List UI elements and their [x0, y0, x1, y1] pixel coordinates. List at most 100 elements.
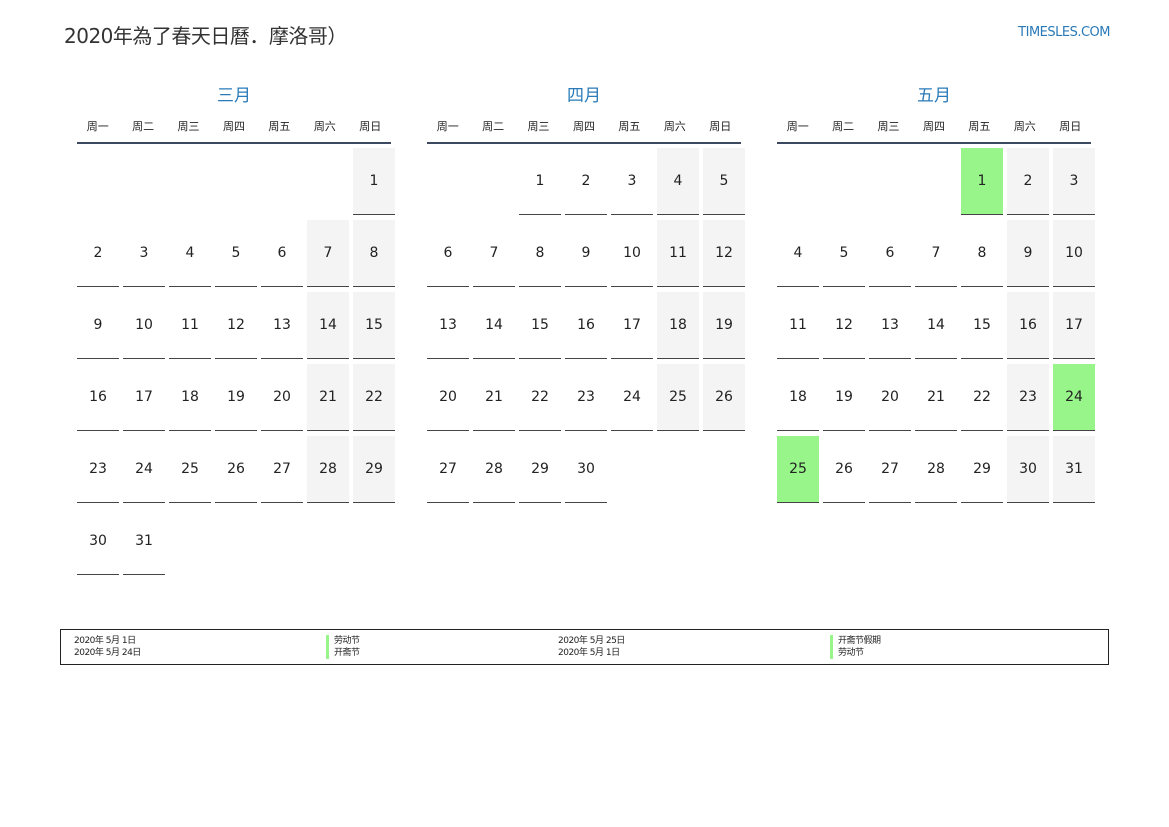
holiday-day-cell[interactable]: 24 — [1053, 364, 1095, 431]
day-cell[interactable]: 5 — [703, 148, 745, 215]
day-cell[interactable]: 10 — [1053, 220, 1095, 287]
day-cell[interactable]: 11 — [777, 292, 819, 359]
day-cell[interactable]: 8 — [353, 220, 395, 287]
day-cell[interactable]: 13 — [427, 292, 469, 359]
weekday-label: 周二 — [132, 120, 155, 133]
day-cell[interactable]: 19 — [823, 364, 865, 431]
day-cell[interactable]: 24 — [123, 436, 165, 503]
empty-day-cell — [169, 148, 211, 215]
day-cell[interactable]: 9 — [77, 292, 119, 359]
day-cell[interactable]: 30 — [1007, 436, 1049, 503]
day-cell[interactable]: 7 — [473, 220, 515, 287]
day-cell[interactable]: 21 — [915, 364, 957, 431]
site-link[interactable]: TIMESLES.COM — [1018, 25, 1110, 40]
day-cell[interactable]: 13 — [869, 292, 911, 359]
holiday-day-cell[interactable]: 1 — [961, 148, 1003, 215]
day-cell[interactable]: 3 — [1053, 148, 1095, 215]
day-cell[interactable]: 2 — [565, 148, 607, 215]
day-cell[interactable]: 3 — [611, 148, 653, 215]
day-cell[interactable]: 17 — [611, 292, 653, 359]
day-cell[interactable]: 4 — [657, 148, 699, 215]
day-cell[interactable]: 25 — [657, 364, 699, 431]
day-cell[interactable]: 5 — [215, 220, 257, 287]
day-cell[interactable]: 27 — [869, 436, 911, 503]
day-grid: 1 2 3 4 5 6 7 8 9 10 11 12 13 14 15 16 17 18 19 20 21 22 23 24 2… — [427, 148, 745, 503]
day-cell[interactable]: 16 — [77, 364, 119, 431]
day-cell[interactable]: 14 — [473, 292, 515, 359]
weekday-label: 周三 — [177, 120, 200, 133]
day-cell[interactable]: 26 — [703, 364, 745, 431]
day-cell[interactable]: 12 — [703, 220, 745, 287]
day-cell[interactable]: 15 — [353, 292, 395, 359]
day-cell[interactable]: 25 — [169, 436, 211, 503]
day-cell[interactable]: 27 — [261, 436, 303, 503]
day-cell[interactable]: 5 — [823, 220, 865, 287]
day-cell[interactable]: 31 — [1053, 436, 1095, 503]
day-cell[interactable]: 10 — [611, 220, 653, 287]
day-cell[interactable]: 10 — [123, 292, 165, 359]
day-cell[interactable]: 26 — [823, 436, 865, 503]
day-cell[interactable]: 19 — [703, 292, 745, 359]
day-cell[interactable]: 9 — [1007, 220, 1049, 287]
day-cell[interactable]: 16 — [565, 292, 607, 359]
day-cell[interactable]: 18 — [657, 292, 699, 359]
day-cell[interactable]: 6 — [261, 220, 303, 287]
day-cell[interactable]: 7 — [915, 220, 957, 287]
day-cell[interactable]: 18 — [169, 364, 211, 431]
day-cell[interactable]: 26 — [215, 436, 257, 503]
day-cell[interactable]: 4 — [169, 220, 211, 287]
day-cell[interactable]: 15 — [961, 292, 1003, 359]
day-cell[interactable]: 21 — [307, 364, 349, 431]
day-cell[interactable]: 7 — [307, 220, 349, 287]
day-cell[interactable]: 29 — [961, 436, 1003, 503]
day-cell[interactable]: 14 — [307, 292, 349, 359]
day-cell[interactable]: 2 — [77, 220, 119, 287]
day-cell[interactable]: 8 — [961, 220, 1003, 287]
day-cell[interactable]: 16 — [1007, 292, 1049, 359]
day-cell[interactable]: 30 — [77, 508, 119, 575]
day-cell[interactable]: 31 — [123, 508, 165, 575]
day-cell[interactable]: 9 — [565, 220, 607, 287]
day-cell[interactable]: 20 — [261, 364, 303, 431]
day-cell[interactable]: 20 — [427, 364, 469, 431]
day-cell[interactable]: 15 — [519, 292, 561, 359]
day-cell[interactable]: 2 — [1007, 148, 1049, 215]
day-cell[interactable]: 23 — [565, 364, 607, 431]
month-calendar: 三月 周一 周二 周三 周四 周五 周六 周日 1 2 3 4 5 6 7 8 9 10 11 12 13 14 15 16 1… — [77, 85, 395, 575]
day-cell[interactable]: 29 — [519, 436, 561, 503]
day-cell[interactable]: 28 — [915, 436, 957, 503]
day-cell[interactable]: 17 — [1053, 292, 1095, 359]
day-cell[interactable]: 22 — [961, 364, 1003, 431]
day-cell[interactable]: 27 — [427, 436, 469, 503]
day-cell[interactable]: 28 — [473, 436, 515, 503]
day-cell[interactable]: 11 — [657, 220, 699, 287]
day-cell[interactable]: 4 — [777, 220, 819, 287]
day-cell[interactable]: 19 — [215, 364, 257, 431]
day-cell[interactable]: 6 — [427, 220, 469, 287]
day-cell[interactable]: 6 — [869, 220, 911, 287]
weekday-label: 周二 — [482, 120, 505, 133]
day-cell[interactable]: 8 — [519, 220, 561, 287]
day-cell[interactable]: 22 — [519, 364, 561, 431]
day-cell[interactable]: 18 — [777, 364, 819, 431]
day-cell[interactable]: 20 — [869, 364, 911, 431]
day-cell[interactable]: 23 — [77, 436, 119, 503]
day-cell[interactable]: 28 — [307, 436, 349, 503]
day-cell[interactable]: 14 — [915, 292, 957, 359]
day-cell[interactable]: 3 — [123, 220, 165, 287]
day-cell[interactable]: 23 — [1007, 364, 1049, 431]
day-cell[interactable]: 21 — [473, 364, 515, 431]
day-cell[interactable]: 30 — [565, 436, 607, 503]
day-cell[interactable]: 17 — [123, 364, 165, 431]
month-calendar: 四月 周一 周二 周三 周四 周五 周六 周日 1 2 3 4 5 6 7 8 9 10 11 12 13 14 15 16 1… — [427, 85, 745, 503]
day-cell[interactable]: 29 — [353, 436, 395, 503]
day-cell[interactable]: 1 — [519, 148, 561, 215]
day-cell[interactable]: 24 — [611, 364, 653, 431]
day-cell[interactable]: 22 — [353, 364, 395, 431]
holiday-day-cell[interactable]: 25 — [777, 436, 819, 503]
day-cell[interactable]: 13 — [261, 292, 303, 359]
day-cell[interactable]: 12 — [215, 292, 257, 359]
day-cell[interactable]: 1 — [353, 148, 395, 215]
day-cell[interactable]: 12 — [823, 292, 865, 359]
day-cell[interactable]: 11 — [169, 292, 211, 359]
